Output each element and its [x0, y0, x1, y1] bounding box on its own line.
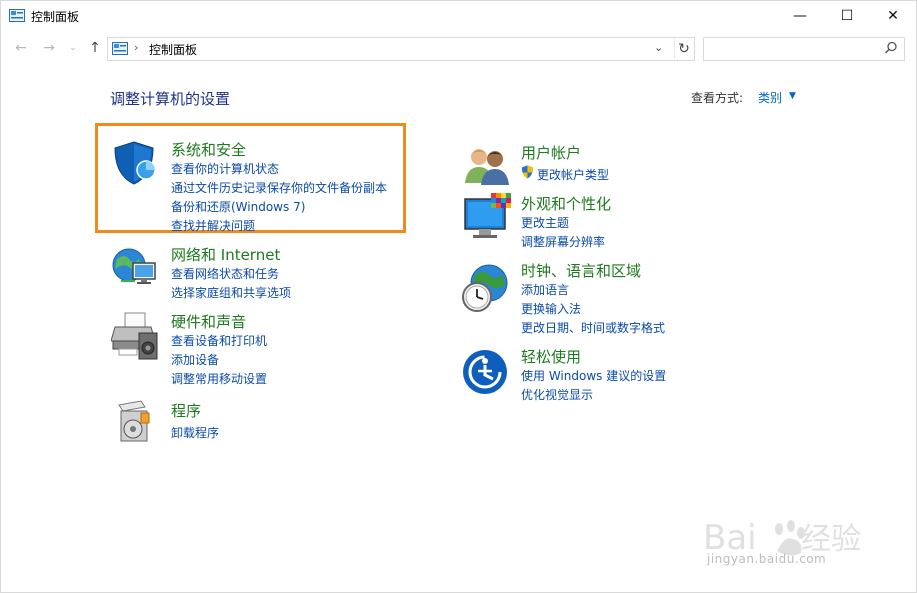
category-programs-title[interactable]: 程序 [171, 400, 201, 421]
search-icon[interactable] [884, 41, 898, 55]
category-user-accounts-title[interactable]: 用户帐户 [521, 142, 581, 163]
uac-shield-icon [522, 165, 533, 179]
maximize-button[interactable]: ☐ [824, 1, 870, 31]
monitor-icon[interactable] [463, 193, 513, 243]
control-panel-app-icon [9, 9, 25, 22]
minimize-button[interactable]: — [777, 1, 823, 31]
breadcrumb-separator[interactable]: › [134, 41, 138, 54]
category-appearance-title[interactable]: 外观和个性化 [521, 193, 611, 214]
link-change-theme[interactable]: 更改主题 [521, 214, 569, 231]
ease-of-access-icon[interactable] [462, 349, 508, 395]
link-mobility-settings[interactable]: 调整常用移动设置 [171, 370, 267, 387]
link-add-device[interactable]: 添加设备 [171, 351, 219, 368]
title-bar: 控制面板 — ☐ ✕ [1, 1, 916, 31]
category-clock-region-title[interactable]: 时钟、语言和区域 [521, 260, 641, 281]
category-ease-of-access-title[interactable]: 轻松使用 [521, 346, 581, 367]
link-uninstall-program[interactable]: 卸载程序 [171, 424, 219, 441]
link-optimize-visual-display[interactable]: 优化视觉显示 [521, 386, 593, 403]
link-view-computer-status[interactable]: 查看你的计算机状态 [171, 160, 279, 177]
refresh-button[interactable]: ↻ [674, 39, 693, 59]
globe-clock-icon[interactable] [461, 263, 511, 313]
link-devices-printers[interactable]: 查看设备和打印机 [171, 332, 267, 349]
back-button[interactable]: ← [11, 38, 31, 58]
link-screen-resolution[interactable]: 调整屏幕分辨率 [521, 233, 605, 250]
control-panel-icon [112, 42, 128, 55]
category-hardware-sound-title[interactable]: 硬件和声音 [171, 311, 246, 332]
shield-icon[interactable] [111, 140, 157, 186]
link-network-status[interactable]: 查看网络状态和任务 [171, 265, 279, 282]
link-change-account-type[interactable]: 更改帐户类型 [537, 166, 609, 183]
search-input[interactable] [706, 40, 882, 58]
address-bar[interactable]: › 控制面板 ⌄ ↻ [107, 37, 695, 61]
link-change-input-method[interactable]: 更换输入法 [521, 300, 581, 317]
view-by-arrow-icon[interactable]: ▼ [789, 91, 796, 101]
search-box[interactable] [703, 37, 905, 61]
control-panel-window: 控制面板 — ☐ ✕ ← → ⌄ ↑ › 控制面板 ⌄ ↻ 调整计算机的设置 查… [0, 0, 917, 593]
view-by-dropdown[interactable]: 类别 [758, 89, 782, 106]
link-add-language[interactable]: 添加语言 [521, 281, 569, 298]
category-network-internet-title[interactable]: 网络和 Internet [171, 244, 280, 265]
link-recommended-settings[interactable]: 使用 Windows 建议的设置 [521, 367, 666, 384]
network-icon[interactable] [111, 245, 159, 289]
users-icon[interactable] [463, 145, 511, 185]
view-by-label: 查看方式: [691, 91, 744, 105]
address-dropdown-icon[interactable]: ⌄ [654, 41, 663, 54]
printer-icon[interactable] [111, 311, 159, 361]
programs-icon[interactable] [115, 399, 155, 443]
window-title: 控制面板 [31, 10, 80, 24]
breadcrumb-control-panel[interactable]: 控制面板 [149, 41, 197, 58]
close-button[interactable]: ✕ [870, 1, 916, 31]
forward-button[interactable]: → [39, 38, 59, 58]
link-file-history-backup[interactable]: 通过文件历史记录保存你的文件备份副本 [171, 179, 387, 196]
watermark-text: jingyan.baidu.com [707, 552, 827, 566]
link-troubleshoot[interactable]: 查找并解决问题 [171, 217, 255, 234]
link-homegroup-sharing[interactable]: 选择家庭组和共享选项 [171, 284, 291, 301]
link-backup-restore[interactable]: 备份和还原(Windows 7) [171, 198, 305, 215]
baidu-watermark-logo: Bai 经验 [703, 518, 861, 558]
page-title: 调整计算机的设置 [110, 90, 231, 108]
category-system-security-title[interactable]: 系统和安全 [171, 139, 246, 160]
link-date-time-format[interactable]: 更改日期、时间或数字格式 [521, 319, 665, 336]
up-button[interactable]: ↑ [85, 38, 105, 58]
recent-locations-button[interactable]: ⌄ [63, 38, 83, 58]
